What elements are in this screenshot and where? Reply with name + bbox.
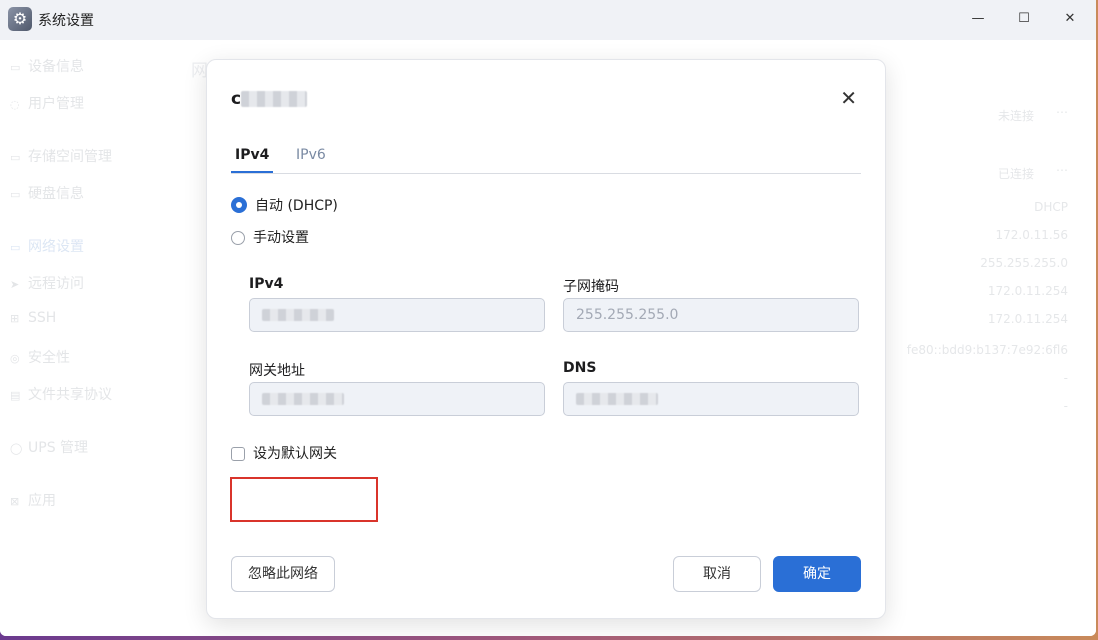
network-config-dialog: c ✕ IPv4 IPv6 自动 (DHCP) 手动设置 IPv4 子网掩码 2… <box>206 59 886 619</box>
highlight-box <box>230 477 378 522</box>
redacted-dns-value <box>576 393 658 405</box>
minimize-button[interactable]: — <box>966 8 990 30</box>
ipv4-label: IPv4 <box>249 276 284 292</box>
dialog-title: c <box>231 89 308 109</box>
subnet-mask-label: 子网掩码 <box>563 279 619 295</box>
checkbox-unchecked-icon <box>231 447 245 461</box>
settings-window: ⚙ 系统设置 — ☐ ✕ ▭ 设备信息 ◌ 用户管理 ▭ 存储空间管理 ▭ 硬盘信息 ▭… <box>0 0 1096 636</box>
gateway-label: 网关地址 <box>249 363 305 379</box>
tab-ipv4[interactable]: IPv4 <box>231 147 274 173</box>
ipv4-field[interactable] <box>249 298 545 332</box>
radio-selected-icon <box>231 197 247 213</box>
redacted-network-name <box>241 91 308 107</box>
confirm-button[interactable]: 确定 <box>773 556 861 592</box>
dns-field[interactable] <box>563 382 859 416</box>
redacted-ipv4-value <box>262 309 334 321</box>
redacted-gateway-value <box>262 393 344 405</box>
subnet-mask-field[interactable]: 255.255.255.0 <box>563 298 859 332</box>
radio-dhcp[interactable]: 自动 (DHCP) <box>231 195 338 215</box>
gear-icon: ⚙ <box>8 7 32 31</box>
radio-manual[interactable]: 手动设置 <box>231 227 309 247</box>
radio-unselected-icon <box>231 231 245 245</box>
protocol-tabs: IPv4 IPv6 <box>231 144 861 174</box>
title-bar: ⚙ 系统设置 — ☐ ✕ <box>0 0 1096 40</box>
ignore-network-button[interactable]: 忽略此网络 <box>231 556 335 592</box>
maximize-button[interactable]: ☐ <box>1012 8 1036 30</box>
close-window-button[interactable]: ✕ <box>1058 8 1082 30</box>
window-title: 系统设置 <box>38 13 94 29</box>
default-gateway-checkbox[interactable]: 设为默认网关 <box>231 443 337 463</box>
dns-label: DNS <box>563 360 597 376</box>
tab-ipv6[interactable]: IPv6 <box>292 147 330 171</box>
cancel-button[interactable]: 取消 <box>673 556 761 592</box>
gateway-field[interactable] <box>249 382 545 416</box>
close-icon[interactable]: ✕ <box>840 86 857 110</box>
